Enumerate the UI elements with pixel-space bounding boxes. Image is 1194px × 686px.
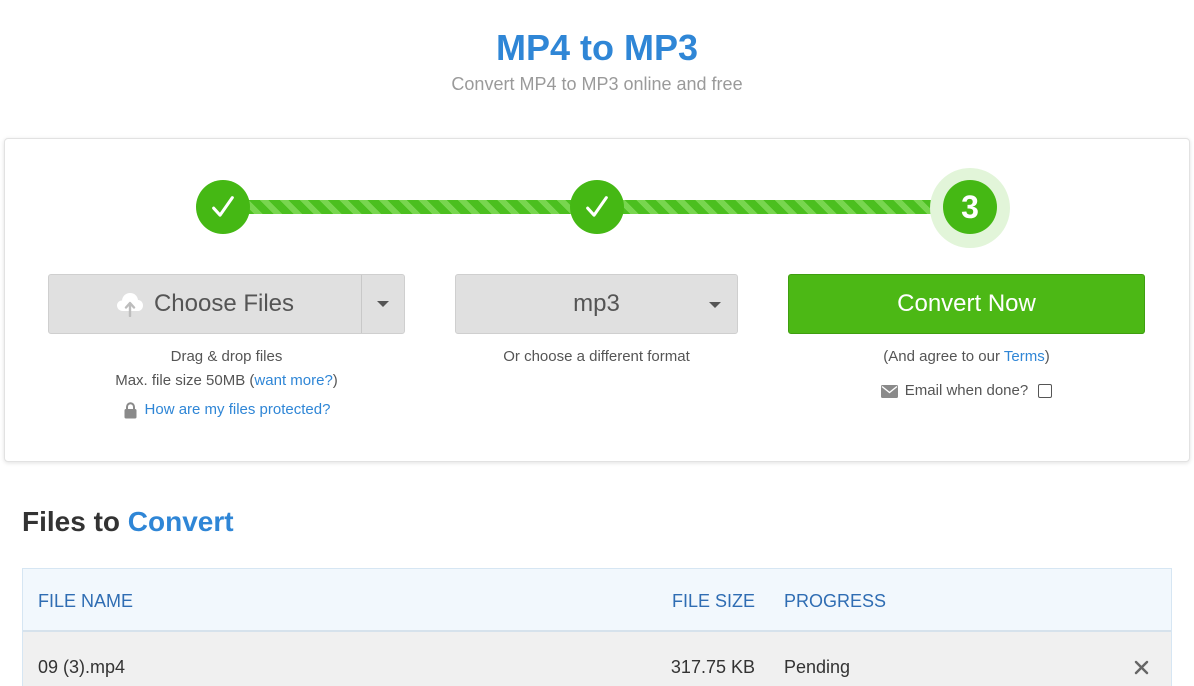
terms-hint: (And agree to our Terms) bbox=[788, 345, 1145, 369]
files-table: FILE NAME FILE SIZE PROGRESS 09 (3).mp4 … bbox=[22, 568, 1172, 686]
checkmark-icon bbox=[586, 196, 608, 217]
want-more-link[interactable]: want more? bbox=[254, 372, 332, 389]
files-table-header: FILE NAME FILE SIZE PROGRESS bbox=[23, 569, 1171, 632]
column-file-name: FILE NAME bbox=[38, 591, 134, 611]
files-section-title: Files to Convert bbox=[22, 504, 234, 540]
format-select[interactable]: mp3 bbox=[455, 274, 738, 334]
terms-suffix: ) bbox=[1044, 348, 1050, 365]
max-file-size-hint: Max. file size 50MB (want more?) bbox=[48, 369, 405, 393]
convert-now-button[interactable]: Convert Now bbox=[788, 274, 1145, 334]
page-title: MP4 to MP3 bbox=[495, 27, 699, 68]
max-size-suffix: ) bbox=[332, 372, 338, 389]
checkmark-icon bbox=[212, 196, 234, 217]
drag-drop-hint: Drag & drop files bbox=[170, 348, 283, 365]
terms-link[interactable]: Terms bbox=[1004, 348, 1045, 365]
terms-prefix: (And agree to our bbox=[883, 348, 1004, 365]
file-name-cell: 09 (3).mp4 bbox=[38, 657, 126, 677]
table-row: 09 (3).mp4 317.75 KB Pending bbox=[23, 632, 1171, 686]
files-title-part2: Convert bbox=[127, 506, 234, 537]
progress-cell: Pending bbox=[784, 657, 851, 677]
choose-files-dropdown-toggle[interactable] bbox=[361, 275, 404, 333]
choose-files-main[interactable]: Choose Files bbox=[49, 275, 361, 333]
cloud-upload-icon bbox=[116, 293, 143, 317]
step-3-current: 3 bbox=[943, 180, 997, 234]
chevron-down-icon bbox=[709, 302, 721, 308]
files-title-part1: Files to bbox=[22, 506, 121, 537]
format-selected-value: mp3 bbox=[573, 290, 620, 317]
step-1-complete bbox=[196, 180, 250, 234]
envelope-icon bbox=[880, 384, 898, 398]
converter-card: 3 Choose Files mp3 Convert Now Drag & dr… bbox=[4, 138, 1190, 462]
email-when-done-label: Email when done? bbox=[904, 382, 1029, 399]
close-icon bbox=[1134, 660, 1148, 674]
page-subtitle: Convert MP4 to MP3 online and free bbox=[451, 74, 743, 94]
files-protected-row: How are my files protected? bbox=[48, 398, 405, 422]
lock-icon bbox=[124, 401, 137, 418]
email-when-done-checkbox[interactable] bbox=[1038, 384, 1053, 398]
step-2-complete bbox=[570, 180, 624, 234]
column-file-size: FILE SIZE bbox=[671, 591, 755, 611]
format-hint: Or choose a different format bbox=[503, 348, 690, 365]
choose-files-label: Choose Files bbox=[153, 290, 295, 317]
max-size-prefix: Max. file size 50MB ( bbox=[115, 372, 255, 389]
remove-file-button[interactable] bbox=[1131, 657, 1151, 677]
chevron-down-icon bbox=[377, 301, 389, 307]
column-progress: PROGRESS bbox=[784, 591, 887, 611]
file-size-cell: 317.75 KB bbox=[670, 657, 755, 677]
email-when-done-row: Email when done? bbox=[788, 379, 1145, 403]
files-protected-link[interactable]: How are my files protected? bbox=[145, 398, 331, 422]
choose-files-button[interactable]: Choose Files bbox=[48, 274, 405, 334]
